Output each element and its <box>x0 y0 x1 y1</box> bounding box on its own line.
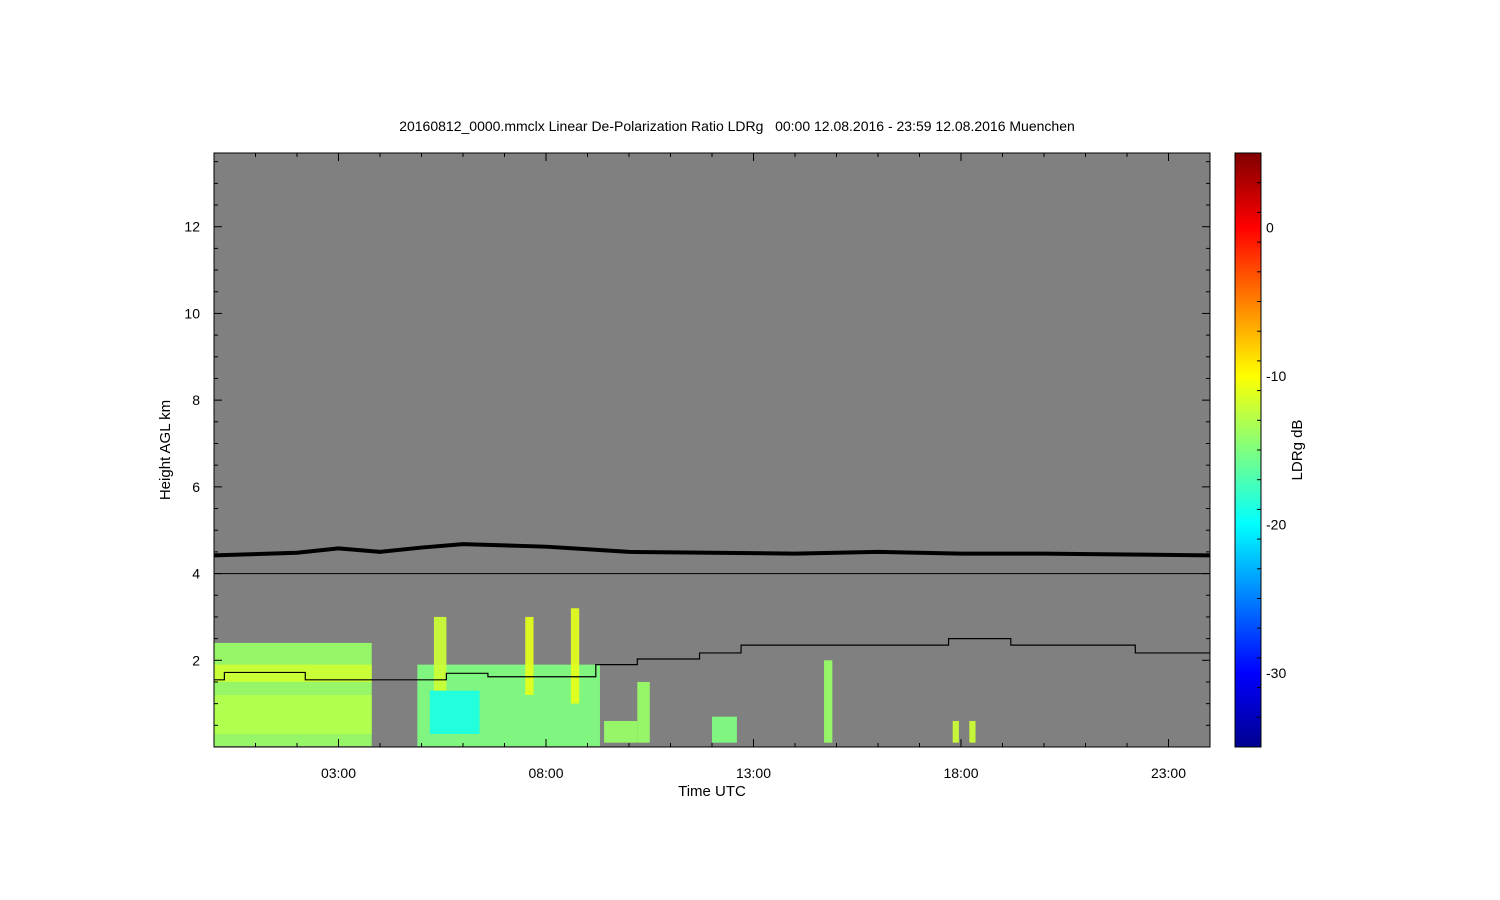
echo-region <box>712 716 737 743</box>
colorbar-label: LDRg dB <box>1289 420 1306 481</box>
y-axis-label: Height AGL km <box>157 400 174 500</box>
echo-region <box>570 608 580 704</box>
colorbar-tick-label: -20 <box>1266 516 1286 532</box>
x-tick-label: 23:00 <box>1151 765 1186 781</box>
colorbar-tick-label: -10 <box>1266 368 1286 384</box>
x-tick-label: 03:00 <box>321 765 356 781</box>
x-axis-label: Time UTC <box>678 783 746 800</box>
y-tick-label: 4 <box>192 566 200 582</box>
echo-region <box>637 681 650 743</box>
colorbar-tick-label: 0 <box>1266 219 1274 235</box>
y-tick-label: 12 <box>184 219 200 235</box>
y-tick-label: 6 <box>192 479 200 495</box>
echo-region <box>525 616 534 695</box>
echo-region <box>952 720 959 743</box>
radar-ldr-figure: 20160812_0000.mmclx Linear De-Polarizati… <box>157 118 1306 800</box>
echo-region <box>429 690 480 734</box>
x-tick-label: 13:00 <box>736 765 771 781</box>
echo-region <box>604 720 638 743</box>
x-tick-label: 08:00 <box>528 765 563 781</box>
x-tick-label: 18:00 <box>943 765 978 781</box>
colorbar-tick-label: -30 <box>1266 665 1286 681</box>
echo-region <box>824 660 833 743</box>
chart-title: 20160812_0000.mmclx Linear De-Polarizati… <box>399 118 1075 134</box>
echo-region <box>214 694 372 734</box>
y-tick-label: 8 <box>192 392 200 408</box>
y-tick-label: 10 <box>184 305 200 321</box>
echo-region <box>969 720 976 743</box>
y-tick-label: 2 <box>192 652 200 668</box>
